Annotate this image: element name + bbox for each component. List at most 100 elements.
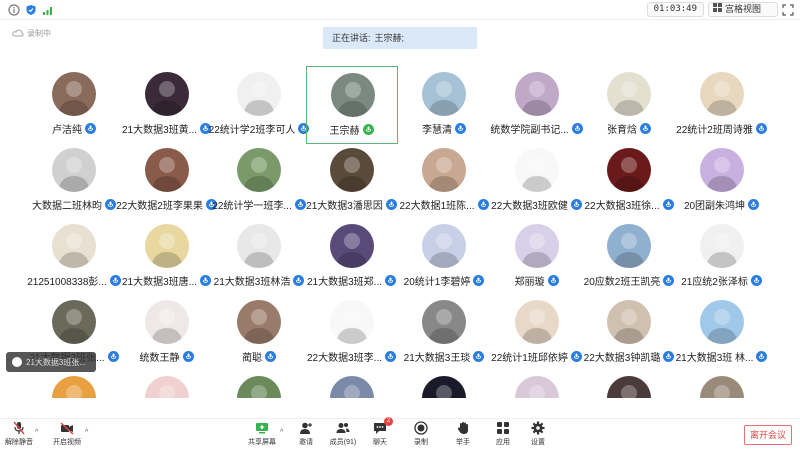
avatar <box>422 72 466 116</box>
share-screen-button[interactable]: 共享屏幕 <box>245 421 279 450</box>
participant-tile[interactable]: 22统计2班周诗雅 <box>676 66 768 144</box>
participant-tile[interactable]: 大数据二班林昀 <box>28 142 120 220</box>
fullscreen-icon[interactable] <box>782 3 794 16</box>
avatar <box>699 148 744 192</box>
avatar <box>237 148 281 192</box>
participant-tile[interactable]: 20应数2班王凯亮 <box>583 218 675 296</box>
participant-tile[interactable]: 22统计学一班李... <box>212 142 306 220</box>
participant-name: 21251008338彭... <box>27 276 107 288</box>
participant-tile[interactable]: 21大数据3班黄... <box>121 66 213 144</box>
participant-tile[interactable] <box>121 370 213 398</box>
participant-tile[interactable]: 统数王静 <box>121 294 213 372</box>
participant-tile[interactable]: 22大数据3班欧健 <box>491 142 583 220</box>
participant-name-row: 20团副朱鸿坤 <box>670 197 774 212</box>
avatar <box>329 224 374 268</box>
participant-name: 21大数据3班 林... <box>675 352 754 364</box>
participant-name-row: 22统计学一班李... <box>207 197 311 212</box>
mic-muted-icon <box>12 421 26 435</box>
participant-tile[interactable]: 21251008338彭... <box>27 218 121 296</box>
participant-name: 21大数据3班郑... <box>306 276 383 288</box>
participant-name: 20团副朱鸿坤 <box>683 200 746 212</box>
participant-tile[interactable]: 王宗赫 <box>305 66 398 144</box>
participant-tile[interactable] <box>213 370 305 398</box>
signal-icon[interactable] <box>42 4 54 16</box>
raise-hand-button[interactable]: 举手 <box>446 421 480 450</box>
view-mode-button[interactable]: 宫格视图 <box>708 2 778 17</box>
participant-tile[interactable]: 21大数据3班郑... <box>306 218 398 296</box>
participant-tile[interactable]: 22大数据3班徐... <box>583 142 675 220</box>
mic-icon <box>265 350 276 362</box>
participant-tile[interactable]: 20团副朱鸿坤 <box>676 142 768 220</box>
recording-label: 录制中 <box>27 29 51 38</box>
participant-tile[interactable]: 21大数据3班林浩 <box>213 218 305 296</box>
participant-name: 20统计1李碧婷 <box>403 276 471 288</box>
shield-icon[interactable] <box>25 4 37 16</box>
participant-tile[interactable]: 21大数据3班 林... <box>676 294 768 372</box>
participant-tile[interactable]: 21大数据3王琰 <box>398 294 490 372</box>
raise-hand-icon <box>456 421 470 435</box>
apps-button[interactable]: 应用 <box>486 421 520 450</box>
participant-tile[interactable] <box>676 370 768 398</box>
participant-tile[interactable] <box>583 370 675 398</box>
chat-button[interactable]: 2 聊天 <box>363 417 397 450</box>
participant-tile[interactable]: 21大数据3潘思因 <box>306 142 398 220</box>
avatar <box>699 300 744 344</box>
avatar <box>699 376 744 398</box>
invite-button[interactable]: 邀请 <box>289 421 323 450</box>
start-video-button[interactable]: 开启视频 <box>50 421 84 450</box>
participant-tile[interactable]: 郑丽璇 <box>491 218 583 296</box>
members-icon <box>336 421 350 435</box>
participant-tile[interactable] <box>306 370 398 398</box>
video-options-icon[interactable]: ^ <box>85 429 91 436</box>
participant-name: 张育焓 <box>607 124 637 136</box>
participant-name-row: 21大数据3王琰 <box>392 349 496 364</box>
participant-tile[interactable] <box>398 370 490 398</box>
participant-tile[interactable]: 22大数据3班李... <box>306 294 398 372</box>
audio-options-icon[interactable]: ^ <box>35 429 41 436</box>
avatar <box>52 72 96 116</box>
settings-button[interactable]: 设置 <box>521 421 555 450</box>
record-icon <box>414 421 428 435</box>
leave-meeting-button[interactable]: 离开会议 <box>744 425 792 445</box>
avatar <box>330 73 375 117</box>
participant-tile[interactable]: 21大数据3班唐... <box>121 218 213 296</box>
participant-tile[interactable]: 21应统2张泽标 <box>676 218 768 296</box>
participant-name: 王宗赫 <box>329 125 360 137</box>
participant-name: 21大数据3王琰 <box>403 352 471 364</box>
participant-name: 22大数据2班李果果 <box>116 200 203 212</box>
participant-tile[interactable]: 卢洁纯 <box>28 66 120 144</box>
participant-tile[interactable]: 22大数据3钟凯璐 <box>583 294 675 372</box>
avatar <box>237 224 281 268</box>
avatar <box>607 224 651 268</box>
participant-tile[interactable]: 统数学院副书记... <box>490 66 583 144</box>
avatar <box>607 72 651 116</box>
mic-icon <box>473 350 485 362</box>
participant-tile[interactable]: 22统计1班邱依婷 <box>491 294 583 372</box>
cloud-icon <box>12 29 24 39</box>
mic-icon <box>455 122 466 134</box>
chat-label: 聊天 <box>373 439 387 446</box>
info-icon[interactable] <box>8 4 20 16</box>
participant-tile[interactable] <box>491 370 583 398</box>
record-button[interactable]: 录制 <box>404 421 438 450</box>
participant-tile[interactable]: 20统计1李碧婷 <box>398 218 490 296</box>
participant-tile[interactable]: 22大数据1班陈... <box>398 142 490 220</box>
chat-unread-badge: 2 <box>384 417 393 426</box>
participant-name: 22统计学2班李可人 <box>208 124 296 136</box>
participant-tile[interactable]: 22统计学2班李可人 <box>209 66 310 144</box>
floating-chat-bubble[interactable]: 21大数据3班张... <box>6 352 96 372</box>
participant-tile[interactable]: 李慧清 <box>398 66 490 144</box>
participant-tile[interactable]: 张育焓 <box>583 66 675 144</box>
participant-tile[interactable]: 蔺聪 <box>213 294 305 372</box>
members-button[interactable]: 成员(91) <box>326 421 360 450</box>
participant-name-row: 21大数据3班黄... <box>115 121 219 136</box>
mic-icon <box>362 123 374 135</box>
share-options-icon[interactable]: ^ <box>280 429 286 436</box>
avatar <box>514 376 559 398</box>
unmute-button[interactable]: 解除静音 <box>2 421 36 450</box>
participant-tile[interactable]: 22大数据2班李果果 <box>116 142 217 220</box>
avatar <box>514 72 559 116</box>
participant-tile[interactable] <box>28 370 120 398</box>
record-label: 录制 <box>414 439 428 446</box>
meeting-timer: 01:03:49 <box>646 2 704 17</box>
